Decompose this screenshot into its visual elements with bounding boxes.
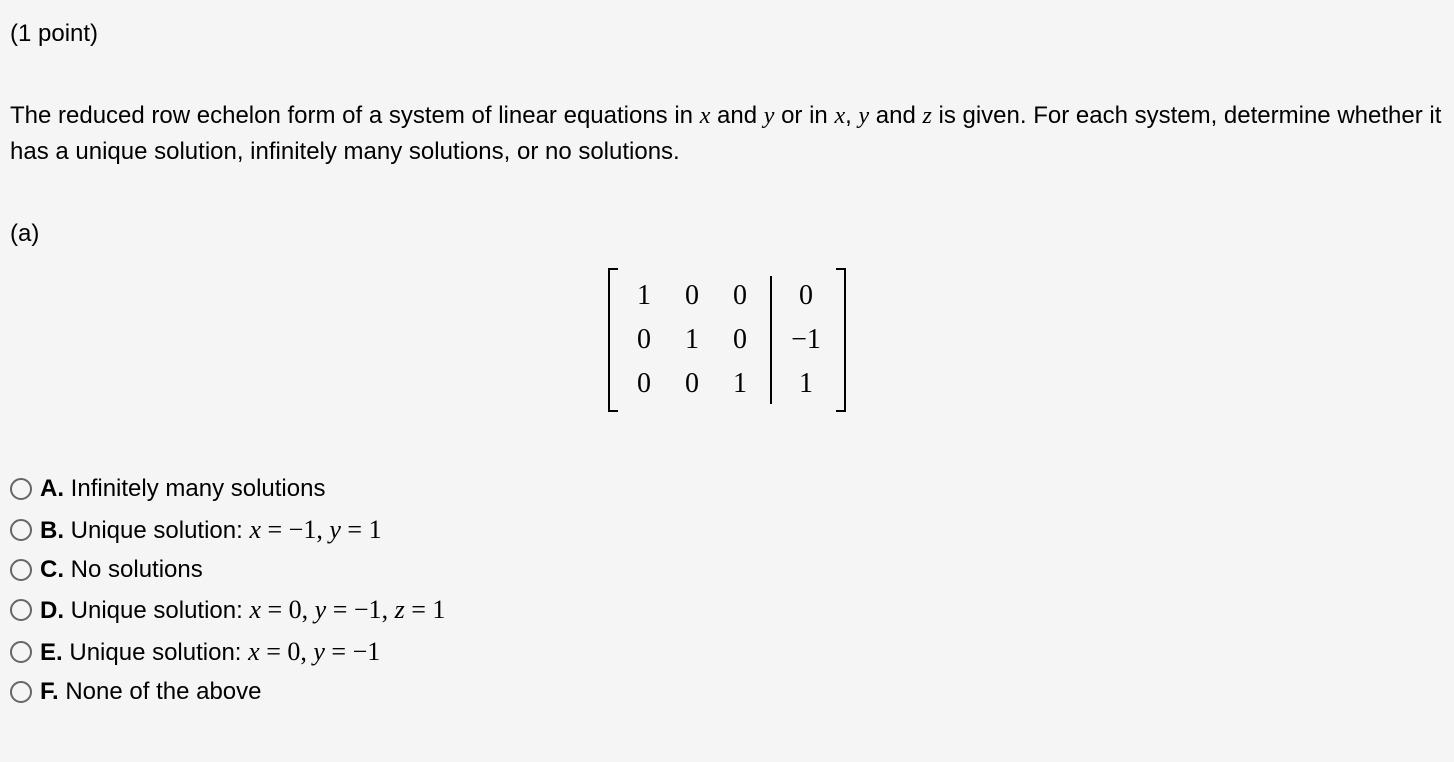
option-letter: B.	[40, 517, 64, 544]
sep: ,	[316, 515, 329, 544]
sep: ,	[302, 595, 315, 624]
option-e: E. Unique solution: x = 0, y = −1	[10, 633, 1444, 671]
option-f: F. None of the above	[10, 675, 1444, 710]
radio-f[interactable]	[10, 681, 32, 703]
sep: ,	[382, 595, 395, 624]
eq: =	[326, 595, 354, 624]
eq: =	[405, 595, 433, 624]
val: 0	[289, 595, 302, 624]
option-body: No solutions	[71, 556, 203, 583]
radio-e[interactable]	[10, 641, 32, 663]
option-d: D. Unique solution: x = 0, y = −1, z = 1	[10, 591, 1444, 629]
question-container: (1 point) The reduced row echelon form o…	[0, 0, 1454, 724]
option-c: C. No solutions	[10, 553, 1444, 588]
prompt-text: ,	[845, 102, 858, 129]
var-x: x	[249, 515, 261, 544]
matrix-col: 1 0 0	[620, 274, 668, 406]
var-x: x	[248, 637, 260, 666]
matrix-cell: 1	[620, 274, 668, 318]
prompt-text: or in	[774, 102, 834, 129]
radio-d[interactable]	[10, 599, 32, 621]
option-text: F. None of the above	[40, 675, 262, 710]
answer-options: A. Infinitely many solutions B. Unique s…	[10, 472, 1444, 710]
matrix-cell: 0	[716, 274, 764, 318]
val: 0	[287, 637, 300, 666]
eq: =	[260, 637, 288, 666]
eq: =	[341, 515, 369, 544]
matrix-cell: 1	[668, 318, 716, 362]
matrix-cell: 0	[620, 362, 668, 406]
val: −1	[354, 595, 382, 624]
option-letter: D.	[40, 597, 64, 624]
option-lead: Unique solution:	[69, 639, 248, 666]
option-b: B. Unique solution: x = −1, y = 1	[10, 511, 1444, 549]
matrix-body: 1 0 0 0 1 0 0 0 1 0 −1 1	[616, 268, 838, 412]
var-z: z	[922, 103, 931, 129]
option-letter: A.	[40, 475, 64, 502]
matrix-cell: 0	[668, 274, 716, 318]
prompt-text: and	[869, 102, 922, 129]
option-lead: Unique solution:	[71, 517, 250, 544]
option-letter: C.	[40, 556, 64, 583]
question-prompt: The reduced row echelon form of a system…	[10, 98, 1444, 170]
matrix-display: 1 0 0 0 1 0 0 0 1 0 −1 1	[10, 268, 1444, 412]
augment-separator	[770, 276, 772, 404]
var-x: x	[834, 103, 845, 129]
eq: =	[261, 515, 289, 544]
option-letter: E.	[40, 639, 63, 666]
option-text: D. Unique solution: x = 0, y = −1, z = 1	[40, 591, 445, 629]
val: 1	[369, 515, 382, 544]
matrix-cell: −1	[778, 318, 834, 362]
option-text: E. Unique solution: x = 0, y = −1	[40, 633, 380, 671]
var-y: y	[313, 637, 325, 666]
var-y: y	[329, 515, 341, 544]
prompt-text: and	[710, 102, 763, 129]
part-label: (a)	[10, 220, 1444, 248]
option-text: A. Infinitely many solutions	[40, 472, 325, 507]
var-y: y	[858, 103, 869, 129]
matrix-col: 0 0 1	[716, 274, 764, 406]
radio-a[interactable]	[10, 478, 32, 500]
matrix-cell: 1	[716, 362, 764, 406]
radio-c[interactable]	[10, 559, 32, 581]
option-a: A. Infinitely many solutions	[10, 472, 1444, 507]
augmented-matrix: 1 0 0 0 1 0 0 0 1 0 −1 1	[602, 268, 852, 412]
option-text: C. No solutions	[40, 553, 203, 588]
matrix-cell: 0	[716, 318, 764, 362]
option-lead: Unique solution:	[71, 597, 250, 624]
matrix-cell: 1	[778, 362, 834, 406]
matrix-col: 0 1 0	[668, 274, 716, 406]
sep: ,	[300, 637, 313, 666]
radio-b[interactable]	[10, 519, 32, 541]
var-z: z	[395, 595, 405, 624]
matrix-cell: 0	[620, 318, 668, 362]
eq: =	[261, 595, 289, 624]
val: −1	[289, 515, 317, 544]
eq: =	[325, 637, 353, 666]
bracket-right-icon	[838, 268, 852, 412]
matrix-cell: 0	[778, 274, 834, 318]
points-label: (1 point)	[10, 20, 1444, 48]
var-y: y	[315, 595, 327, 624]
option-text: B. Unique solution: x = −1, y = 1	[40, 511, 382, 549]
matrix-cell: 0	[668, 362, 716, 406]
matrix-col: 0 −1 1	[778, 274, 834, 406]
prompt-text: The reduced row echelon form of a system…	[10, 102, 700, 129]
var-x: x	[700, 103, 711, 129]
option-body: None of the above	[65, 678, 261, 705]
var-x: x	[249, 595, 261, 624]
var-y: y	[764, 103, 775, 129]
bracket-left-icon	[602, 268, 616, 412]
option-body: Infinitely many solutions	[71, 475, 326, 502]
val: 1	[432, 595, 445, 624]
option-letter: F.	[40, 678, 59, 705]
val: −1	[353, 637, 381, 666]
